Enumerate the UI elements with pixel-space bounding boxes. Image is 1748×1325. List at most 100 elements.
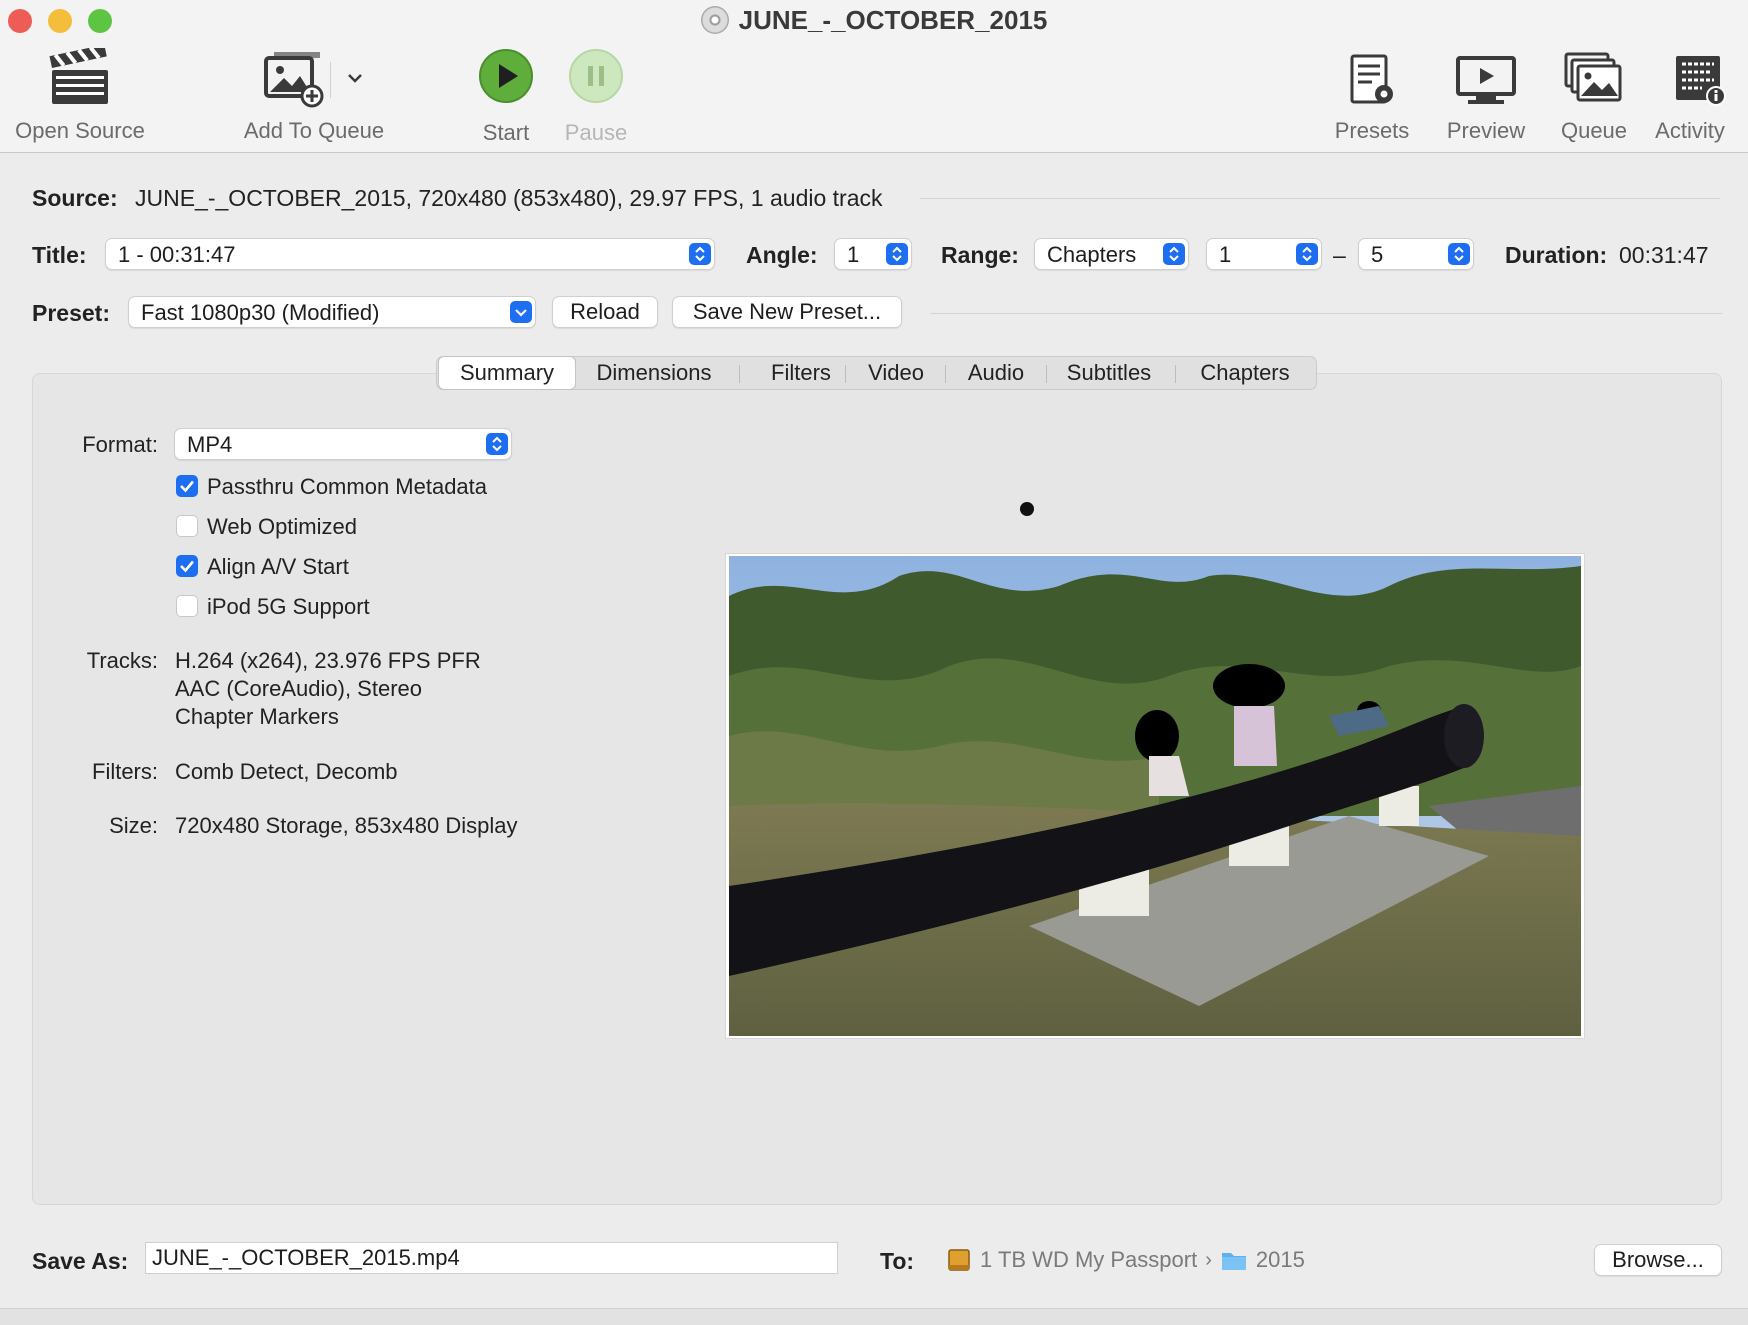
window-title-text: JUNE_-_OCTOBER_2015 [738, 5, 1048, 35]
chevron-down-icon[interactable] [346, 72, 364, 84]
updown-chevron-icon [886, 243, 908, 265]
range-start-value: 1 [1219, 242, 1232, 267]
presets-document-gear-icon [1350, 54, 1393, 104]
range-type-value: Chapters [1047, 242, 1137, 267]
checkmark-icon [180, 560, 194, 573]
range-label: Range: [941, 242, 1019, 268]
start-button[interactable]: Start [478, 48, 534, 145]
window-title: JUNE_-_OCTOBER_2015 [0, 2, 1748, 38]
external-drive-icon [948, 1249, 970, 1271]
size-value: 720x480 Storage, 853x480 Display [175, 813, 518, 838]
range-dash: – [1333, 242, 1346, 268]
folder-icon [1221, 1253, 1246, 1270]
align-av-start-checkbox[interactable] [176, 555, 198, 577]
preset-select[interactable]: Fast 1080p30 (Modified) [128, 296, 536, 328]
duration-label: Duration: [1505, 242, 1608, 268]
ipod-5g-support-checkbox[interactable] [176, 595, 198, 617]
preset-select-value: Fast 1080p30 (Modified) [141, 300, 380, 325]
pause-button[interactable]: Pause [565, 48, 627, 145]
save-as-label: Save As: [32, 1248, 129, 1274]
web-optimized-label: Web Optimized [207, 514, 357, 539]
filters-label: Filters: [92, 759, 158, 784]
tab-dimensions[interactable]: Dimensions [579, 357, 729, 389]
updown-chevron-icon [1296, 243, 1318, 265]
tab-filters[interactable]: Filters [740, 357, 862, 389]
updown-chevron-icon [1448, 243, 1470, 265]
range-end-value: 5 [1371, 242, 1384, 267]
track-audio: AAC (CoreAudio), Stereo [175, 676, 422, 701]
tracks-label: Tracks: [86, 648, 158, 673]
web-optimized-checkbox[interactable] [176, 515, 198, 537]
destination-drive: 1 TB WD My Passport [980, 1247, 1198, 1272]
activity-button[interactable]: Activity [1655, 48, 1728, 143]
range-start-select[interactable]: 1 [1206, 238, 1322, 270]
format-select[interactable]: MP4 [174, 428, 512, 460]
filters-value: Comb Detect, Decomb [175, 759, 398, 784]
destination-folder: 2015 [1255, 1247, 1305, 1272]
page-indicator-dot [1020, 502, 1034, 516]
size-label: Size: [109, 813, 158, 838]
checkmark-icon [180, 480, 194, 493]
tab-chapters[interactable]: Chapters [1175, 357, 1315, 389]
add-to-queue-label: Add To Queue [243, 118, 385, 143]
source-label: Source: [32, 185, 118, 211]
browse-button[interactable]: Browse... [1594, 1244, 1722, 1276]
pause-icon [569, 49, 623, 103]
format-label: Format: [82, 432, 158, 457]
destination-label: To: [880, 1248, 915, 1274]
updown-chevron-icon [486, 433, 508, 455]
presets-button[interactable]: Presets [1335, 48, 1409, 143]
updown-chevron-icon [1163, 243, 1185, 265]
save-as-field[interactable]: JUNE_-_OCTOBER_2015.mp4 [145, 1242, 838, 1274]
passthru-metadata-label: Passthru Common Metadata [207, 474, 488, 499]
format-select-value: MP4 [187, 432, 233, 457]
align-av-start-label: Align A/V Start [207, 554, 349, 579]
angle-label: Angle: [746, 242, 818, 268]
pause-label: Pause [564, 120, 628, 145]
preview-image [729, 556, 1581, 1036]
save-new-preset-button[interactable]: Save New Preset... [672, 296, 902, 328]
destination-path[interactable]: 1 TB WD My Passport › 2015 [946, 1244, 1305, 1276]
tab-bar: Summary Dimensions Filters Video Audio S… [436, 356, 1317, 390]
stacked-photos-icon [1564, 52, 1622, 102]
tab-audio[interactable]: Audio [945, 357, 1047, 389]
clapperboard-icon [49, 44, 108, 104]
open-source-label: Open Source [15, 118, 145, 143]
angle-select[interactable]: 1 [834, 238, 912, 270]
chevron-down-icon [510, 301, 532, 323]
play-icon [479, 49, 533, 103]
source-separator [920, 198, 1720, 199]
range-end-select[interactable]: 5 [1358, 238, 1474, 270]
duration-value: 00:31:47 [1619, 242, 1709, 268]
preset-separator [930, 313, 1722, 314]
range-type-select[interactable]: Chapters [1034, 238, 1189, 270]
open-source-button[interactable]: Open Source [15, 44, 145, 143]
track-chapters: Chapter Markers [175, 704, 339, 729]
tab-summary[interactable]: Summary [438, 356, 576, 390]
activity-log-icon [1676, 56, 1726, 106]
ipod-5g-support-label: iPod 5G Support [207, 594, 370, 619]
path-separator-icon: › [1205, 1248, 1212, 1271]
source-info: JUNE_-_OCTOBER_2015, 720x480 (853x480), … [135, 185, 883, 211]
monitor-play-icon [1456, 56, 1516, 104]
reload-preset-button[interactable]: Reload [552, 296, 658, 328]
preview-button[interactable]: Preview [1447, 48, 1525, 143]
track-video: H.264 (x264), 23.976 FPS PFR [175, 648, 481, 673]
title-select[interactable]: 1 - 00:31:47 [105, 238, 715, 270]
passthru-metadata-checkbox[interactable] [176, 475, 198, 497]
preview-thumbnail[interactable] [726, 554, 1584, 1038]
title-label: Title: [32, 242, 87, 268]
activity-label: Activity [1655, 118, 1725, 143]
toolbar: JUNE_-_OCTOBER_2015 Open Source Add To Q… [0, 0, 1748, 153]
add-to-queue-button[interactable]: Add To Queue [244, 48, 384, 143]
updown-chevron-icon [689, 243, 711, 265]
tab-subtitles[interactable]: Subtitles [1047, 357, 1171, 389]
disc-icon [700, 6, 729, 34]
queue-button[interactable]: Queue [1561, 48, 1627, 143]
title-select-value: 1 - 00:31:47 [118, 242, 236, 267]
tab-video[interactable]: Video [845, 357, 947, 389]
angle-select-value: 1 [847, 242, 860, 267]
window-bottom-edge [0, 1308, 1748, 1325]
add-photo-icon [264, 52, 324, 108]
preset-label: Preset: [32, 300, 110, 326]
